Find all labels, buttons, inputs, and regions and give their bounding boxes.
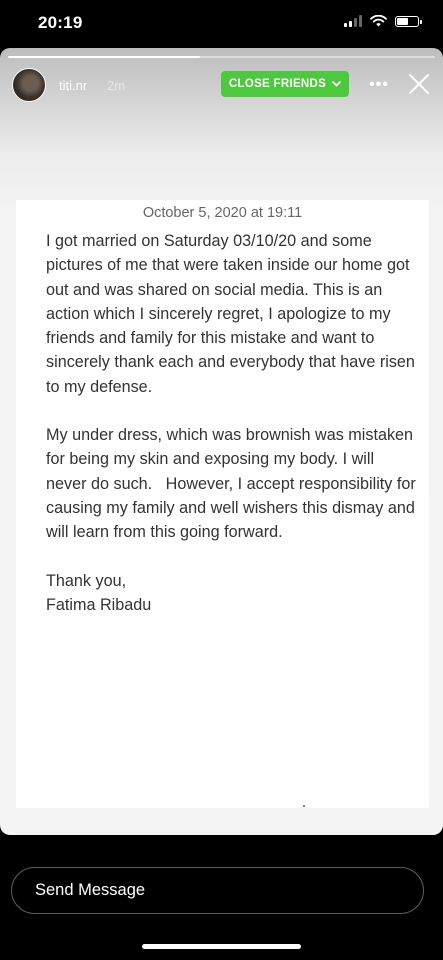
story-header: titi.nr 2m CLOSE FRIENDS ••• bbox=[0, 64, 443, 104]
note-paragraph: My under dress, which was brownish was m… bbox=[46, 426, 421, 542]
battery-icon bbox=[395, 15, 422, 27]
send-message-placeholder: Send Message bbox=[35, 881, 146, 899]
close-friends-label: CLOSE FRIENDS bbox=[228, 78, 327, 90]
note-card: October 5, 2020 at 19:11 I got married o… bbox=[16, 200, 429, 808]
note-paragraph: I got married on Saturday 03/10/20 and s… bbox=[46, 232, 415, 396]
status-icons bbox=[344, 15, 422, 27]
status-bar: 20:19 bbox=[0, 0, 443, 46]
avatar[interactable] bbox=[12, 68, 46, 102]
more-options-icon[interactable]: ••• bbox=[369, 76, 389, 94]
close-friends-badge[interactable]: CLOSE FRIENDS bbox=[221, 71, 349, 97]
close-icon[interactable] bbox=[408, 73, 430, 95]
cellular-signal-icon bbox=[344, 15, 362, 27]
dot-mark bbox=[303, 805, 305, 807]
story-progress-fill bbox=[8, 56, 201, 58]
story-progress-bar bbox=[8, 56, 435, 58]
username[interactable]: titi.nr bbox=[59, 78, 87, 93]
send-message-input[interactable]: Send Message bbox=[11, 867, 424, 914]
note-date: October 5, 2020 at 19:11 bbox=[142, 205, 303, 221]
wifi-icon bbox=[370, 15, 387, 27]
home-indicator bbox=[142, 944, 301, 949]
note-body: I got married on Saturday 03/10/20 and s… bbox=[46, 229, 416, 617]
note-signoff: Thank you, bbox=[46, 571, 127, 590]
status-time: 20:19 bbox=[38, 13, 83, 32]
battery-fill bbox=[397, 17, 409, 25]
story-frame[interactable]: titi.nr 2m CLOSE FRIENDS ••• October 5, … bbox=[0, 48, 443, 835]
story-time-ago: 2m bbox=[107, 78, 126, 93]
chevron-down-icon bbox=[332, 81, 341, 87]
note-signature: Fatima Ribadu bbox=[46, 595, 152, 614]
